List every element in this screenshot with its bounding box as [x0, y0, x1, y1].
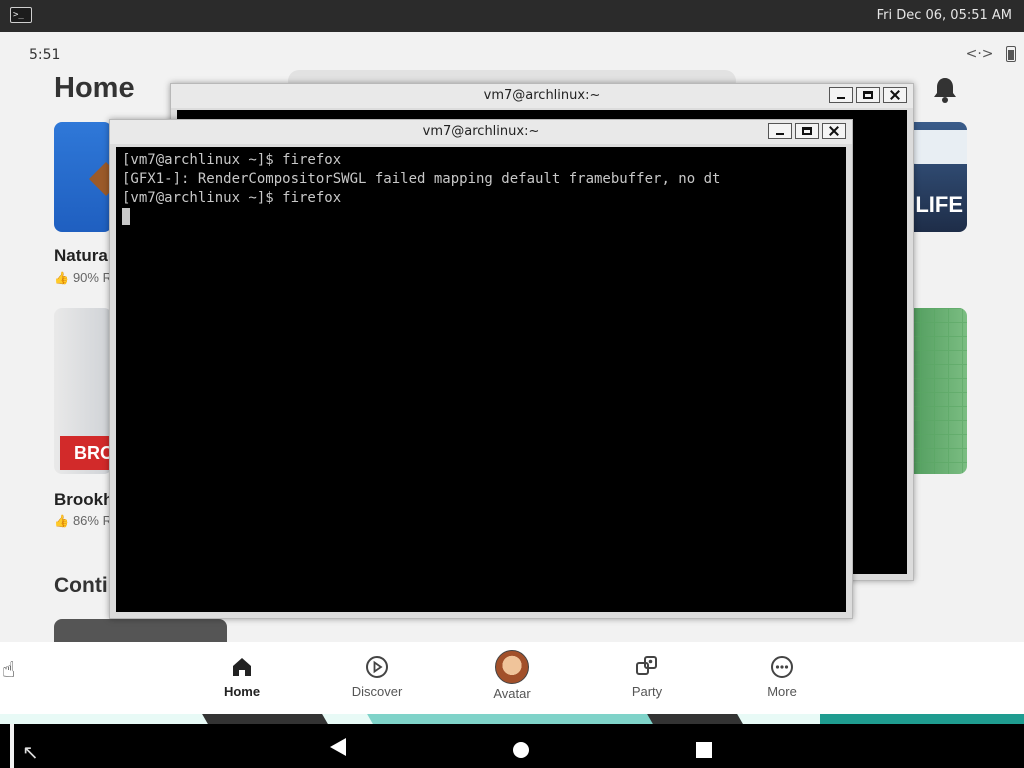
- page-title: Home: [54, 72, 135, 104]
- window-title: vm7@archlinux:~: [422, 124, 540, 139]
- decorative-strip: [0, 714, 1024, 724]
- game-rating-text: 86% R: [72, 513, 112, 528]
- thumbs-up-icon: 👍: [54, 514, 69, 528]
- terminal-line: [vm7@archlinux ~]$ firefox: [122, 152, 342, 168]
- maximize-button[interactable]: [856, 87, 880, 103]
- game-banner-text: BROO: [60, 436, 112, 470]
- game-rating: 👍 90% R: [54, 270, 112, 285]
- home-icon: [233, 658, 251, 676]
- close-button[interactable]: [883, 87, 907, 103]
- minimize-button[interactable]: [829, 87, 853, 103]
- thumbs-up-icon: 👍: [54, 271, 69, 285]
- game-thumbnail[interactable]: [54, 619, 227, 642]
- title-bar[interactable]: vm7@archlinux:~: [171, 84, 913, 108]
- nav-label: More: [767, 684, 797, 699]
- bottom-navigation: Home Discover Avatar Party More: [0, 642, 1024, 714]
- status-time: 5:51: [29, 47, 61, 63]
- recents-button[interactable]: [696, 742, 712, 758]
- minimize-button[interactable]: [768, 123, 792, 139]
- avatar-icon: [495, 650, 529, 684]
- terminal-window[interactable]: vm7@archlinux:~ [vm7@archlinux ~]$ firef…: [109, 119, 853, 619]
- party-icon: [636, 656, 657, 675]
- text-cursor: [122, 208, 130, 225]
- terminal-screen[interactable]: [vm7@archlinux ~]$ firefox [GFX1-]: Rende…: [116, 147, 846, 612]
- nav-label: Home: [223, 684, 261, 699]
- nav-label: Party: [631, 684, 663, 699]
- game-thumbnail[interactable]: LIFE: [906, 122, 967, 232]
- game-rating-text: 90% R: [72, 270, 112, 285]
- battery-icon: [1006, 46, 1016, 62]
- mouse-pointer-icon: ↖: [22, 740, 39, 764]
- connection-icon: <·>: [965, 46, 994, 62]
- game-rating: 👍 86% R: [54, 513, 112, 528]
- game-thumbnail[interactable]: BROO: [54, 308, 112, 474]
- game-thumbnail[interactable]: [906, 308, 967, 474]
- system-navigation-bar: ↖: [0, 724, 1024, 768]
- maximize-button[interactable]: [795, 123, 819, 139]
- car-graphic: [906, 130, 967, 164]
- nav-item-party[interactable]: Party: [607, 654, 687, 699]
- section-title: Conti: [54, 574, 108, 597]
- title-bar[interactable]: vm7@archlinux:~: [110, 120, 852, 144]
- nav-item-avatar[interactable]: Avatar: [472, 650, 552, 701]
- side-edge: [10, 724, 14, 768]
- play-circle-icon: [366, 656, 388, 678]
- home-button[interactable]: [513, 742, 529, 758]
- desktop-top-bar: >_ Fri Dec 06, 05:51 AM: [0, 0, 1024, 32]
- back-button[interactable]: [330, 738, 346, 756]
- grid-pattern: [906, 308, 967, 474]
- nav-label: Avatar: [493, 686, 531, 701]
- nav-item-discover[interactable]: Discover: [337, 654, 417, 699]
- game-thumbnail[interactable]: [54, 122, 112, 232]
- hand-pointer-icon: ☝: [2, 658, 16, 683]
- nav-label: Discover: [351, 684, 403, 699]
- notifications-bell-icon[interactable]: [932, 76, 958, 104]
- more-icon: [771, 656, 793, 678]
- game-banner-text: LIFE: [915, 192, 963, 217]
- game-name[interactable]: Natura: [54, 246, 108, 266]
- close-button[interactable]: [822, 123, 846, 139]
- status-icons: <·>: [966, 46, 1016, 62]
- window-title: vm7@archlinux:~: [483, 88, 601, 103]
- terminal-icon[interactable]: >_: [10, 7, 32, 23]
- clock: Fri Dec 06, 05:51 AM: [876, 8, 1012, 23]
- terminal-line: [GFX1-]: RenderCompositorSWGL failed map…: [122, 171, 721, 187]
- terminal-line: [vm7@archlinux ~]$ firefox: [122, 190, 342, 206]
- game-name[interactable]: Brookh: [54, 490, 114, 510]
- nav-item-more[interactable]: More: [742, 654, 822, 699]
- nav-item-home[interactable]: Home: [202, 654, 282, 699]
